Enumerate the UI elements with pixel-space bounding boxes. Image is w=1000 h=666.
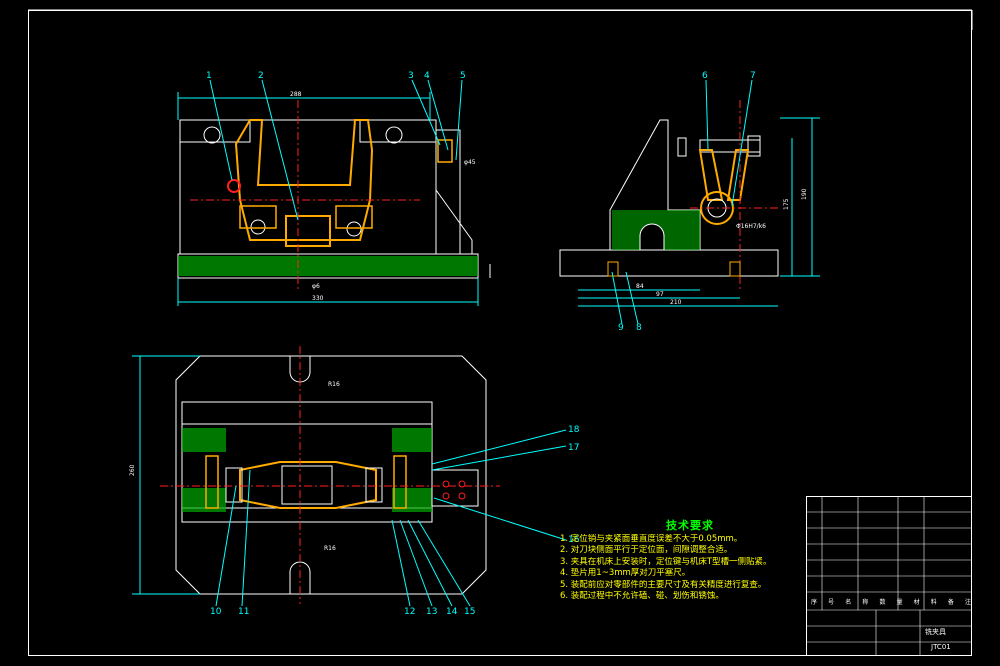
dim-front-phi45: φ45 (464, 159, 476, 166)
balloon-13: 13 (426, 607, 437, 617)
front-view (177, 79, 491, 306)
balloon-1: 1 (206, 71, 212, 81)
note-line: 3. 夹具在机床上安装时，定位键与机床T型槽一侧贴紧。 (560, 556, 772, 567)
plan-setting-block (431, 469, 479, 507)
note-line: 1. 定位销与夹紧面垂直度误差不大于0.05mm。 (560, 533, 743, 544)
front-bolt-right (385, 126, 403, 144)
balloon-6: 6 (702, 71, 708, 81)
balloon-17: 17 (568, 443, 579, 453)
plan-workpiece (239, 461, 377, 509)
balloon-10: 10 (210, 607, 222, 617)
dim-front-top: 288 (290, 91, 302, 98)
technical-requirements: 技术要求 1. 定位销与夹紧面垂直度误差不大于0.05mm。 2. 对刀块侧面平… (560, 520, 820, 603)
balloon-5: 5 (460, 71, 466, 81)
title-block: 序 号 名 称 数 量 材 料 备 注 铣夹具 JTC01 (806, 496, 972, 656)
balloon-7: 7 (750, 71, 756, 81)
side-view (559, 79, 820, 325)
dim-side-84: 84 (636, 283, 644, 290)
dim-side-190: 190 (801, 188, 808, 200)
balloon-2: 2 (258, 71, 264, 81)
notes-title: 技术要求 (666, 519, 714, 532)
balloon-12: 12 (404, 607, 415, 617)
plan-outline (175, 355, 487, 595)
balloon-9: 9 (618, 323, 624, 333)
note-line: 2. 对刀块侧面平行于定位面，间隙调整合适。 (560, 545, 733, 555)
side-workpiece (698, 149, 750, 201)
plan-view (132, 346, 567, 607)
dim-side-210: 210 (670, 299, 682, 306)
front-bolt-left (203, 126, 221, 144)
balloon-4: 4 (424, 71, 430, 81)
balloon-3: 3 (408, 71, 414, 81)
dim-side-97: 97 (656, 291, 664, 298)
drawing-code: JTC01 (931, 643, 951, 651)
dim-front-bottom: 330 (312, 295, 324, 302)
balloon-11: 11 (238, 607, 249, 617)
front-base-hatch (178, 256, 478, 276)
balloon-8: 8 (636, 323, 642, 333)
note-line: 4. 垫片用1~3mm厚对刀平塞尺。 (560, 568, 691, 578)
balloon-18: 18 (568, 425, 580, 435)
dim-plan-r16-bottom: R16 (324, 545, 336, 552)
dim-side-175: 175 (783, 198, 790, 210)
drawing-name: 铣夹具 (925, 628, 946, 636)
dim-plan-height: 260 (129, 464, 136, 476)
side-base (559, 249, 779, 277)
dim-plan-r16-top: R16 (328, 381, 340, 388)
note-line: 5. 装配前应对零部件的主要尺寸及有关精度进行复查。 (560, 579, 767, 590)
title-header-row: 序 号 名 称 数 量 材 料 备 注 (811, 599, 971, 606)
balloon-15: 15 (464, 607, 475, 617)
dim-front-phi6: φ6 (312, 283, 320, 290)
balloon-14: 14 (446, 607, 458, 617)
dim-side-fit: Φ16H7/k6 (736, 223, 766, 230)
note-line: 6. 装配过程中不允许磕、碰、划伤和锈蚀。 (560, 591, 724, 601)
